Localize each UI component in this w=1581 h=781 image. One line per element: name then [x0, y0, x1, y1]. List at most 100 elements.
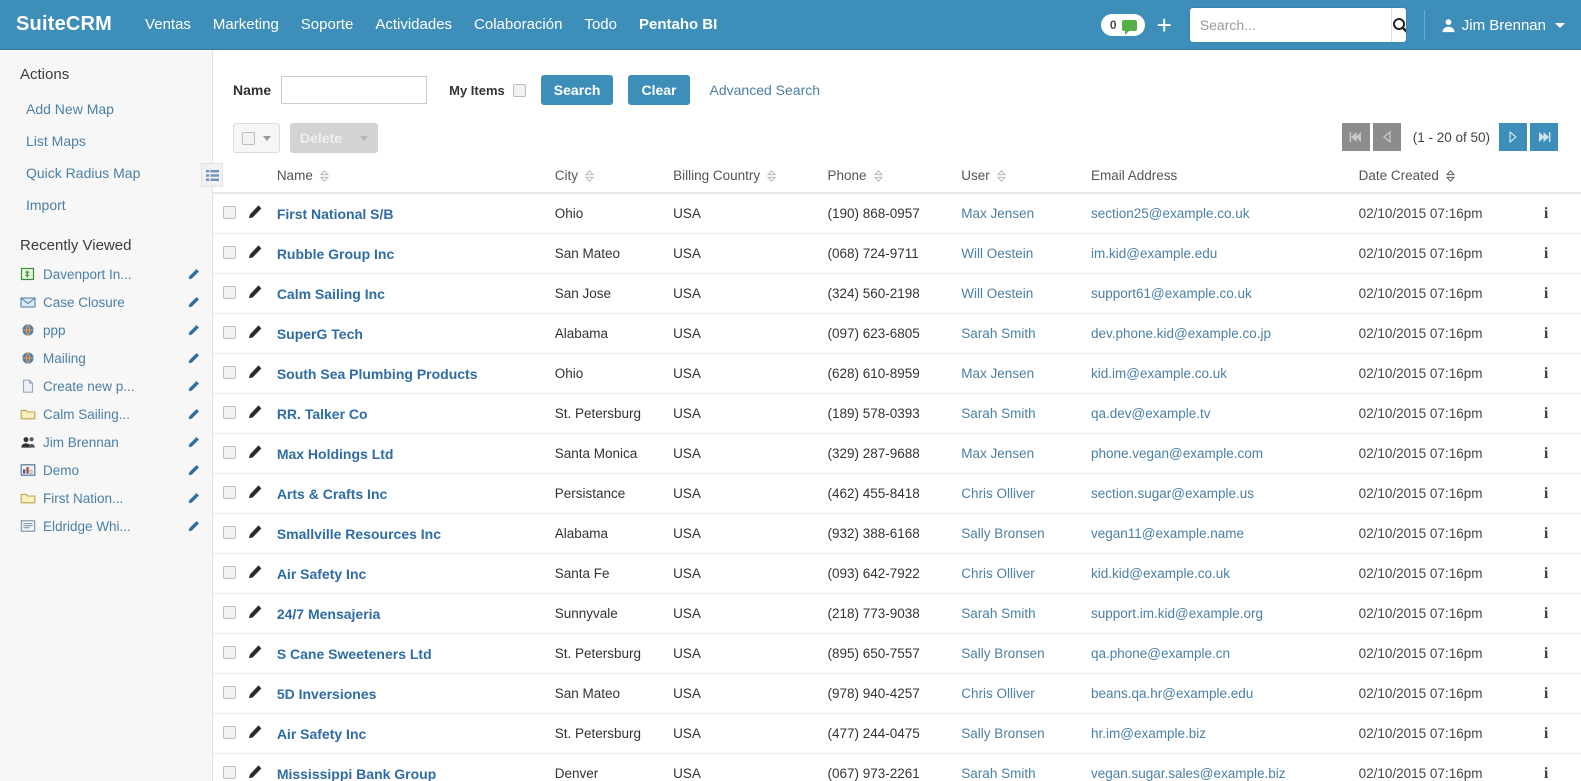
edit-pencil-icon[interactable] [246, 724, 263, 740]
account-name-link[interactable]: Air Safety Inc [277, 566, 366, 582]
edit-pencil-icon[interactable] [187, 520, 200, 533]
delete-button[interactable]: Delete [290, 123, 379, 153]
edit-pencil-icon[interactable] [246, 524, 263, 540]
edit-pencil-icon[interactable] [187, 296, 200, 309]
edit-pencil-icon[interactable] [246, 764, 263, 780]
search-button[interactable]: Search [540, 75, 614, 105]
cell-user[interactable]: Sarah Smith [961, 313, 1091, 354]
recently-viewed-item[interactable]: Mailing [0, 344, 212, 372]
cell-email[interactable]: kid.kid@example.co.uk [1090, 553, 1359, 594]
menu-item-colaboración[interactable]: Colaboración [463, 0, 573, 50]
edit-pencil-icon[interactable] [246, 244, 263, 260]
account-name-link[interactable]: 5D Inversiones [277, 686, 377, 702]
column-header-name[interactable]: Name [276, 164, 555, 194]
cell-email[interactable]: support61@example.co.uk [1090, 273, 1359, 314]
row-checkbox[interactable] [223, 565, 236, 579]
next-page-button[interactable] [1499, 123, 1527, 151]
user-menu[interactable]: Jim Brennan [1423, 10, 1581, 40]
edit-pencil-icon[interactable] [246, 364, 263, 380]
cell-email[interactable]: support.im.kid@example.org [1090, 593, 1359, 634]
cell-user[interactable]: Max Jensen [961, 193, 1091, 234]
list-view-toggle-button[interactable] [201, 163, 223, 187]
recently-viewed-label[interactable]: Eldridge Whi... [43, 519, 180, 534]
info-icon[interactable]: i [1544, 605, 1548, 622]
cell-user[interactable]: Sarah Smith [961, 593, 1091, 634]
account-name-link[interactable]: Arts & Crafts Inc [277, 486, 387, 502]
menu-item-soporte[interactable]: Soporte [290, 0, 365, 50]
select-all-dropdown[interactable] [233, 123, 280, 153]
cell-email[interactable]: qa.dev@example.tv [1090, 393, 1359, 434]
info-icon[interactable]: i [1544, 525, 1548, 542]
cell-user[interactable]: Will Oestein [961, 233, 1091, 274]
search-input[interactable] [1189, 8, 1391, 42]
menu-item-marketing[interactable]: Marketing [202, 0, 290, 50]
advanced-search-link[interactable]: Advanced Search [710, 82, 821, 98]
edit-pencil-icon[interactable] [187, 436, 200, 449]
select-all-checkbox[interactable] [242, 131, 255, 145]
cell-email[interactable]: dev.phone.kid@example.co.jp [1090, 313, 1359, 354]
edit-pencil-icon[interactable] [187, 352, 200, 365]
cell-email[interactable]: im.kid@example.edu [1090, 233, 1359, 274]
row-checkbox[interactable] [223, 405, 236, 419]
edit-pencil-icon[interactable] [246, 284, 263, 300]
first-page-button[interactable] [1341, 123, 1370, 151]
info-icon[interactable]: i [1544, 565, 1548, 582]
row-checkbox[interactable] [223, 605, 236, 619]
edit-pencil-icon[interactable] [246, 444, 263, 460]
cell-email[interactable]: section.sugar@example.us [1090, 473, 1359, 514]
account-name-link[interactable]: Calm Sailing Inc [277, 286, 385, 302]
cell-user[interactable]: Chris Olliver [961, 473, 1091, 514]
info-icon[interactable]: i [1544, 645, 1548, 662]
recently-viewed-label[interactable]: Demo [43, 463, 180, 478]
edit-pencil-icon[interactable] [246, 204, 263, 220]
account-name-link[interactable]: South Sea Plumbing Products [277, 366, 478, 382]
recently-viewed-label[interactable]: Jim Brennan [43, 435, 180, 450]
account-name-link[interactable]: RR. Talker Co [277, 406, 368, 422]
cell-email[interactable]: vegan11@example.name [1090, 513, 1359, 554]
cell-email[interactable]: hr.im@example.biz [1090, 713, 1359, 754]
recently-viewed-label[interactable]: Davenport In... [43, 267, 180, 282]
info-icon[interactable]: i [1544, 405, 1548, 422]
edit-pencil-icon[interactable] [246, 684, 263, 700]
recently-viewed-item[interactable]: Create new p... [0, 372, 212, 400]
info-icon[interactable]: i [1544, 205, 1548, 222]
row-checkbox[interactable] [223, 285, 236, 299]
edit-pencil-icon[interactable] [187, 324, 200, 337]
account-name-link[interactable]: Mississippi Bank Group [277, 766, 436, 781]
recently-viewed-item[interactable]: Jim Brennan [0, 428, 212, 456]
info-icon[interactable]: i [1544, 725, 1548, 742]
sidebar-action-add-new-map[interactable]: Add New Map [0, 93, 212, 125]
sidebar-action-list-maps[interactable]: List Maps [0, 125, 212, 157]
cell-user[interactable]: Sarah Smith [961, 753, 1091, 781]
edit-pencil-icon[interactable] [187, 492, 200, 505]
name-search-input[interactable] [281, 76, 428, 104]
row-checkbox[interactable] [223, 765, 236, 779]
account-name-link[interactable]: 24/7 Mensajeria [277, 606, 381, 622]
row-checkbox[interactable] [223, 445, 236, 459]
account-name-link[interactable]: First National S/B [277, 206, 394, 222]
cell-user[interactable]: Chris Olliver [961, 673, 1091, 714]
account-name-link[interactable]: Air Safety Inc [277, 726, 366, 742]
info-icon[interactable]: i [1544, 325, 1548, 342]
menu-item-pentaho-bi[interactable]: Pentaho BI [628, 0, 728, 50]
recently-viewed-item[interactable]: Calm Sailing... [0, 400, 212, 428]
cell-user[interactable]: Will Oestein [961, 273, 1091, 314]
recently-viewed-label[interactable]: Mailing [43, 351, 180, 366]
clear-button[interactable]: Clear [628, 75, 690, 105]
recently-viewed-item[interactable]: Davenport In... [0, 260, 212, 288]
menu-item-actividades[interactable]: Actividades [364, 0, 463, 50]
info-icon[interactable]: i [1544, 685, 1548, 702]
info-icon[interactable]: i [1544, 245, 1548, 262]
cell-email[interactable]: vegan.sugar.sales@example.biz [1090, 753, 1359, 781]
cell-email[interactable]: qa.phone@example.cn [1090, 633, 1359, 674]
row-checkbox[interactable] [223, 645, 236, 659]
menu-item-ventas[interactable]: Ventas [134, 0, 202, 50]
row-checkbox[interactable] [223, 325, 236, 339]
row-checkbox[interactable] [223, 485, 236, 499]
add-icon[interactable]: + [1157, 12, 1172, 38]
cell-email[interactable]: phone.vegan@example.com [1090, 433, 1359, 474]
recently-viewed-label[interactable]: ppp [43, 323, 180, 338]
edit-pencil-icon[interactable] [187, 408, 200, 421]
recently-viewed-item[interactable]: Case Closure [0, 288, 212, 316]
row-checkbox[interactable] [223, 245, 236, 259]
